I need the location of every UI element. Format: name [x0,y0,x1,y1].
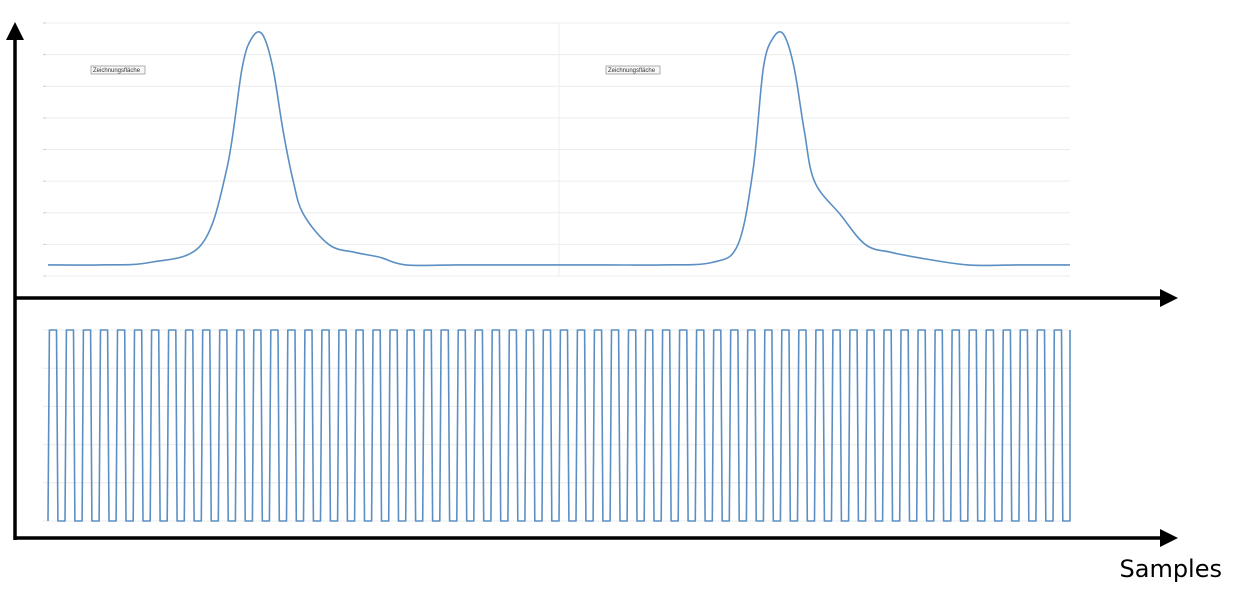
y-axis-arrowhead [6,22,24,40]
figure: Zeichnungsfläche Zeichnungsfläche Sample… [6,22,1223,583]
x-axis-upper-arrowhead [1160,289,1178,307]
x-axis-upper [15,289,1178,307]
top-panel-grid [43,22,1070,277]
plot-area-tooltip-right-label: Zeichnungsfläche [608,68,656,74]
plot-area-tooltip-left: Zeichnungsfläche [90,65,146,75]
y-axis [6,22,24,540]
x-axis-lower-arrowhead [1160,529,1178,547]
bottom-panel-grid [43,329,1070,522]
top-panel-ticks [43,22,46,277]
x-axis-label: Samples [1120,555,1223,583]
plot-area-tooltip-left-label: Zeichnungsfläche [93,68,141,74]
x-axis-lower [15,529,1178,547]
plot-area-tooltip-right: Zeichnungsfläche [605,65,661,75]
square-wave-series [47,329,1071,522]
